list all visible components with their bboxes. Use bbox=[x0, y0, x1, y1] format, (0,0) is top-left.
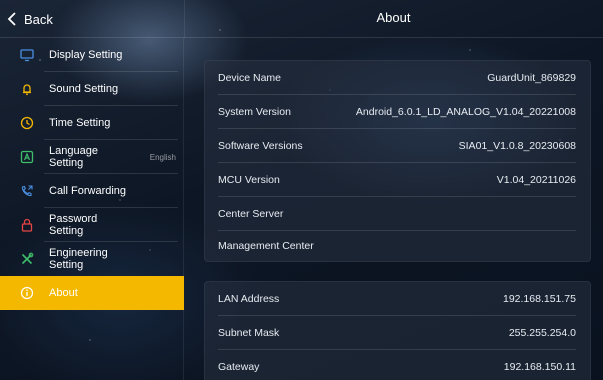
sidebar-item-display-setting[interactable]: Display Setting bbox=[0, 38, 184, 72]
sidebar-item-engineering-setting[interactable]: Engineering Setting bbox=[0, 242, 184, 276]
info-row-system-version: System Version Android_6.0.1_LD_ANALOG_V… bbox=[205, 95, 590, 129]
sidebar-item-sound-setting[interactable]: Sound Setting bbox=[0, 72, 184, 106]
info-value: GuardUnit_869829 bbox=[487, 72, 576, 84]
info-value: 192.168.150.11 bbox=[503, 361, 576, 373]
phone-forward-icon bbox=[20, 184, 34, 198]
network-info-panel: LAN Address 192.168.151.75 Subnet Mask 2… bbox=[204, 281, 591, 380]
info-row-software-versions: Software Versions SIA01_V1.0.8_20230608 bbox=[205, 129, 590, 163]
sidebar-item-label: Password Setting bbox=[49, 213, 98, 237]
sidebar-item-label: Time Setting bbox=[49, 117, 111, 129]
info-value: SIA01_V1.0.8_20230608 bbox=[458, 140, 576, 152]
sidebar-item-label: Engineering Setting bbox=[49, 247, 108, 271]
language-icon bbox=[20, 150, 34, 164]
info-icon bbox=[20, 286, 34, 300]
info-row-device-name: Device Name GuardUnit_869829 bbox=[205, 61, 590, 95]
back-label: Back bbox=[24, 11, 53, 27]
info-value: 255.255.254.0 bbox=[508, 327, 576, 339]
info-row-lan-address: LAN Address 192.168.151.75 bbox=[205, 282, 590, 316]
tools-icon bbox=[20, 252, 34, 266]
sidebar-item-label: About bbox=[49, 287, 78, 299]
info-row-mcu-version: MCU Version V1.04_20211026 bbox=[205, 163, 590, 197]
info-value: V1.04_20211026 bbox=[496, 174, 576, 186]
info-row-subnet-mask: Subnet Mask 255.255.254.0 bbox=[205, 316, 590, 350]
sidebar-item-label: Sound Setting bbox=[49, 83, 119, 95]
sidebar-item-time-setting[interactable]: Time Setting bbox=[0, 106, 184, 140]
info-label: Subnet Mask bbox=[218, 327, 280, 339]
info-label: MCU Version bbox=[218, 174, 280, 186]
lock-icon bbox=[20, 218, 34, 232]
sidebar-item-label: Call Forwarding bbox=[49, 185, 127, 197]
info-label: Center Server bbox=[218, 208, 284, 220]
info-row-management-center[interactable]: Management Center bbox=[205, 229, 590, 263]
settings-sidebar: Display Setting Sound Setting Time Setti… bbox=[0, 38, 184, 380]
info-label: Software Versions bbox=[218, 140, 303, 152]
info-row-gateway: Gateway 192.168.150.11 bbox=[205, 350, 590, 380]
monitor-icon bbox=[20, 48, 34, 62]
page-title: About bbox=[376, 10, 411, 25]
bell-icon bbox=[20, 82, 34, 96]
info-label: Device Name bbox=[218, 72, 282, 84]
info-value: Android_6.0.1_LD_ANALOG_V1.04_20221008 bbox=[355, 106, 576, 118]
sidebar-item-language-setting[interactable]: Language Setting English bbox=[0, 140, 184, 174]
top-bar: Back About bbox=[0, 0, 603, 38]
current-language-value: English bbox=[149, 152, 176, 162]
info-label: Management Center bbox=[218, 240, 314, 252]
info-row-center-server[interactable]: Center Server bbox=[205, 197, 590, 231]
info-label: System Version bbox=[218, 106, 291, 118]
chevron-left-icon bbox=[7, 12, 16, 26]
device-info-panel: Device Name GuardUnit_869829 System Vers… bbox=[204, 60, 591, 262]
info-label: Gateway bbox=[218, 361, 260, 373]
clock-icon bbox=[20, 116, 34, 130]
info-value: 192.168.151.75 bbox=[503, 293, 576, 305]
back-button[interactable]: Back bbox=[6, 9, 53, 29]
sidebar-item-label: Display Setting bbox=[49, 49, 123, 61]
sidebar-item-about[interactable]: About bbox=[0, 276, 184, 310]
sidebar-item-call-forwarding[interactable]: Call Forwarding bbox=[0, 174, 184, 208]
sidebar-item-label: Language Setting bbox=[49, 145, 98, 169]
sidebar-item-password-setting[interactable]: Password Setting bbox=[0, 208, 184, 242]
info-label: LAN Address bbox=[218, 293, 280, 305]
